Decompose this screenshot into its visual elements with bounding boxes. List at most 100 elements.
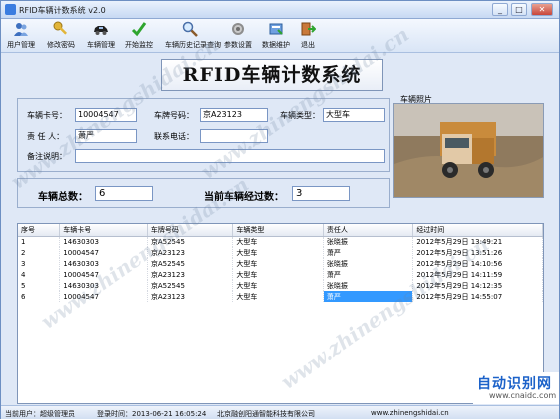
cell-card: 14630303 [59,280,148,291]
window-title: RFID车辆计数系统 v2.0 [19,6,106,15]
tool-exit[interactable]: 退出 [293,21,323,51]
cell-time: 2012年5月29日 13:51:26 [412,247,543,258]
tool-label: 开始监控 [125,41,153,49]
users-icon [14,23,28,36]
tool-label: 车辆管理 [87,41,115,49]
total-count-field: 6 [95,186,153,201]
status-bar: 当前用户：超级管理员 登录时间：2013-06-21 16:05:24 北京融创… [1,405,559,419]
card-label: 车辆卡号： [27,111,67,120]
tool-vehicle-management[interactable]: 车辆管理 [86,21,116,51]
cell-time: 2012年5月29日 14:10:56 [412,258,543,269]
tool-label: 数据维护 [262,41,290,49]
col-header-card[interactable]: 车辆卡号 [59,224,148,237]
note-label: 备注说明： [27,152,67,161]
table-header-row: 序号 车辆卡号 车牌号码 车辆类型 责任人 经过时间 [18,224,543,237]
cell-plate: 京A23123 [147,247,234,258]
count-panel: 车辆总数： 6 当前车辆经过数： 3 [17,178,390,208]
plate-number-field[interactable]: 京A23123 [200,108,268,122]
passed-count-field: 3 [292,186,350,201]
vehicle-info-panel: 车辆卡号： 10004547 车牌号码： 京A23123 车辆类型： 大型车 责… [17,98,390,172]
table-row[interactable]: 2 10004547 京A23123 大型车 萧严 2012年5月29日 13:… [18,247,543,258]
cell-card: 14630303 [59,236,148,247]
table-row[interactable]: 5 14630303 京A52545 大型车 张晓振 2012年5月29日 14… [18,280,543,291]
status-user: 当前用户：超级管理员 [5,410,75,418]
cell-index: 6 [18,291,61,302]
tool-parameter-settings[interactable]: 参数设置 [223,21,253,51]
card-number-field[interactable]: 10004547 [75,108,137,122]
cell-type: 大型车 [232,236,324,247]
status-login-time: 登录时间：2013-06-21 16:05:24 [97,410,207,418]
total-count-label: 车辆总数： [38,192,88,203]
cell-person: 张晓振 [323,258,414,269]
type-label: 车辆类型： [280,111,320,120]
col-header-type[interactable]: 车辆类型 [232,224,324,237]
close-button[interactable]: ✕ [531,3,553,16]
app-icon [5,4,16,15]
cell-type: 大型车 [232,247,324,258]
database-icon [269,23,283,35]
tool-label: 修改密码 [47,41,75,49]
note-field[interactable] [75,149,385,163]
cell-card: 10004547 [59,269,148,280]
cell-index: 4 [18,269,61,280]
cell-person: 萧严 [323,269,414,280]
tool-label: 用户管理 [7,41,35,49]
cell-time: 2012年5月29日 14:12:35 [412,280,543,291]
cell-person-selected[interactable]: 萧严 [323,291,414,302]
col-header-person[interactable]: 责任人 [323,224,414,237]
tool-change-password[interactable]: 修改密码 [46,21,76,51]
tool-start-monitoring[interactable]: 开始监控 [123,21,155,51]
gear-icon [232,23,244,35]
logo-url: www.cnaidc.com [489,391,557,400]
plate-label: 车牌号码： [154,111,194,120]
app-window: RFID车辆计数系统 v2.0 _ □ ✕ 用户管理 修改密码 车辆管理 开始监… [0,0,560,419]
cell-card: 10004547 [59,291,148,302]
minimize-button[interactable]: _ [492,3,508,16]
records-table[interactable]: 序号 车辆卡号 车牌号码 车辆类型 责任人 经过时间 1 14630303 京A… [17,223,544,404]
maximize-button[interactable]: □ [511,3,527,16]
checkmark-icon [131,22,147,37]
person-label: 责 任 人： [27,132,65,141]
table-row[interactable]: 4 10004547 京A23123 大型车 萧严 2012年5月29日 14:… [18,269,543,280]
table-row-selected[interactable]: 6 10004547 京A23123 大型车 萧严 2012年5月29日 14:… [18,291,543,302]
key-icon [53,21,68,35]
table-row[interactable]: 1 14630303 京A52545 大型车 张晓振 2012年5月29日 13… [18,236,543,247]
phone-field[interactable] [200,129,268,143]
status-website[interactable]: www.zhinengshidai.cn [371,409,449,417]
col-header-plate[interactable]: 车牌号码 [147,224,234,237]
vehicle-type-field[interactable]: 大型车 [323,108,385,122]
cell-index: 3 [18,258,61,269]
phone-label: 联系电话： [154,132,194,141]
title-bar[interactable]: RFID车辆计数系统 v2.0 _ □ ✕ [1,1,559,19]
col-header-index[interactable]: 序号 [18,224,61,237]
cell-plate: 京A52545 [147,258,234,269]
cell-plate: 京A52545 [147,280,234,291]
tool-data-maintenance[interactable]: 数据维护 [261,21,291,51]
tool-label: 参数设置 [224,41,252,49]
tool-label: 车辆历史记录查询 [165,41,221,49]
cell-person: 张晓振 [323,236,414,247]
cell-index: 2 [18,247,61,258]
exit-icon [301,22,316,36]
tool-user-management[interactable]: 用户管理 [6,21,36,51]
responsible-person-field[interactable]: 萧严 [75,129,137,143]
cell-time: 2012年5月29日 14:11:59 [412,269,543,280]
system-banner: RFID车辆计数系统 [161,59,383,91]
cell-time: 2012年5月29日 13:49:21 [412,236,543,247]
status-company: 北京融创阳通智能科技有限公司 [217,410,315,418]
cell-plate: 京A23123 [147,291,234,302]
tool-history-query[interactable]: 车辆历史记录查询 [165,21,221,51]
tool-label: 退出 [301,41,315,49]
cell-card: 10004547 [59,247,148,258]
table-row[interactable]: 3 14630303 京A52545 大型车 张晓振 2012年5月29日 14… [18,258,543,269]
cell-card: 14630303 [59,258,148,269]
cell-type: 大型车 [232,258,324,269]
logo-title: 自动识别网 [477,376,552,392]
cell-time: 2012年5月29日 14:55:07 [412,291,543,302]
cell-type: 大型车 [232,280,324,291]
col-header-time[interactable]: 经过时间 [412,224,543,237]
site-logo: 自动识别网 www.cnaidc.com [473,372,559,404]
passed-count-label: 当前车辆经过数： [204,192,284,203]
cell-person: 张晓振 [323,280,414,291]
vehicle-photo [393,103,544,198]
